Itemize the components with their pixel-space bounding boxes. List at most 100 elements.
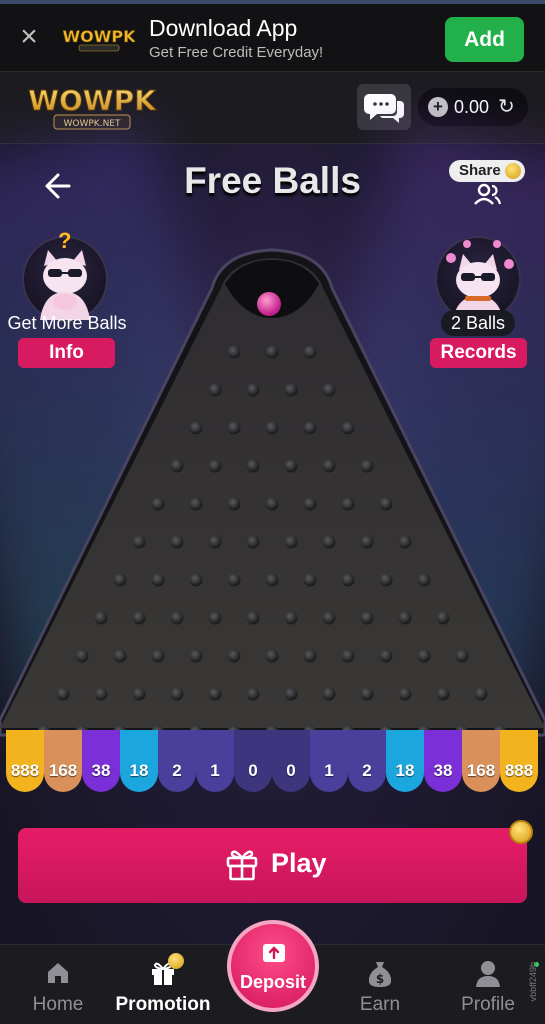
build-id: vbbff249b [528,962,538,1002]
multiplier-slot: 2 [158,730,196,792]
question-mark-icon: ? [58,228,72,253]
peg [341,649,355,663]
balance-pill: + 0.00 ↻ [418,88,528,126]
nav-promotion[interactable]: Promotion [110,945,216,1024]
peg [151,573,165,587]
balance-amount: 0.00 [454,97,490,117]
peg [227,573,241,587]
coin-icon [505,163,521,179]
multiplier-slot: 1 [196,730,234,792]
nav-home[interactable]: Home [18,945,98,1024]
close-icon[interactable]: × [14,22,44,52]
peg [208,459,222,473]
peg [341,497,355,511]
add-funds-icon[interactable]: + [428,97,448,117]
refresh-icon[interactable]: ↻ [498,94,515,119]
peg [284,459,298,473]
peg [303,421,317,435]
peg [284,383,298,397]
peg [265,345,279,359]
peg [436,687,450,701]
banner-title: Download App [149,15,298,41]
home-icon [48,963,68,983]
money-bag-icon: $ [368,962,392,987]
multiplier-slots: 888 168 38 18 2 1 0 0 1 2 18 38 168 888 [0,730,545,794]
peg [56,687,70,701]
peg [227,497,241,511]
play-label: Play [271,848,327,878]
peg [189,649,203,663]
peg [246,383,260,397]
peg [113,573,127,587]
peg [379,573,393,587]
peg [94,687,108,701]
peg [303,649,317,663]
nav-profile[interactable]: Profile [448,945,528,1024]
info-button[interactable]: Info [18,338,115,368]
peg [189,421,203,435]
peg [227,345,241,359]
peg [303,345,317,359]
peg [303,573,317,587]
peg [189,497,203,511]
pink-ball [257,292,281,316]
peg [132,687,146,701]
multiplier-slot: 18 [120,730,158,792]
multiplier-slot: 0 [234,730,272,792]
peg [398,687,412,701]
peg [360,535,374,549]
peg [265,573,279,587]
download-banner: × WOWPK Download App Get Free Credit Eve… [0,4,545,72]
multiplier-slot: 1 [310,730,348,792]
promo-coin-icon [168,953,184,969]
peg [341,573,355,587]
peg [398,611,412,625]
peg [360,687,374,701]
nav-earn[interactable]: $ Earn [340,945,420,1024]
peg [379,497,393,511]
peg [170,459,184,473]
get-more-balls-caption: Get More Balls [7,313,127,333]
play-button[interactable]: Play [18,828,527,903]
invite-users-icon[interactable] [472,182,502,206]
multiplier-slot: 18 [386,730,424,792]
balls-count-caption: 2 Balls [441,310,515,336]
peg [208,535,222,549]
nav-earn-label: Earn [359,994,401,1015]
peg [417,573,431,587]
share-label: Share [459,162,501,179]
peg [455,649,469,663]
peg [170,611,184,625]
multiplier-slot: 0 [272,730,310,792]
peg [265,497,279,511]
wowpk-logo-small: WOWPK [63,27,135,52]
peg [227,649,241,663]
peg [436,611,450,625]
nav-home-label: Home [32,994,84,1015]
peg [170,535,184,549]
peg [151,649,165,663]
peg [208,611,222,625]
gift-icon [226,850,258,881]
svg-text:$: $ [376,972,384,986]
share-button[interactable]: Share [449,160,525,182]
peg [284,535,298,549]
add-button[interactable]: Add [445,17,524,62]
multiplier-slot: 38 [424,730,462,792]
peg [417,649,431,663]
peg [265,649,279,663]
cat-mascot-icon [446,240,514,320]
nav-profile-label: Profile [461,994,515,1015]
peg [246,535,260,549]
peg [227,421,241,435]
deposit-button[interactable]: Deposit [227,920,319,1012]
person-icon [476,961,500,987]
peg [284,687,298,701]
peg [360,611,374,625]
peg [246,611,260,625]
peg [360,459,374,473]
records-button[interactable]: Records [430,338,527,368]
peg [322,611,336,625]
peg [170,687,184,701]
peg [208,687,222,701]
